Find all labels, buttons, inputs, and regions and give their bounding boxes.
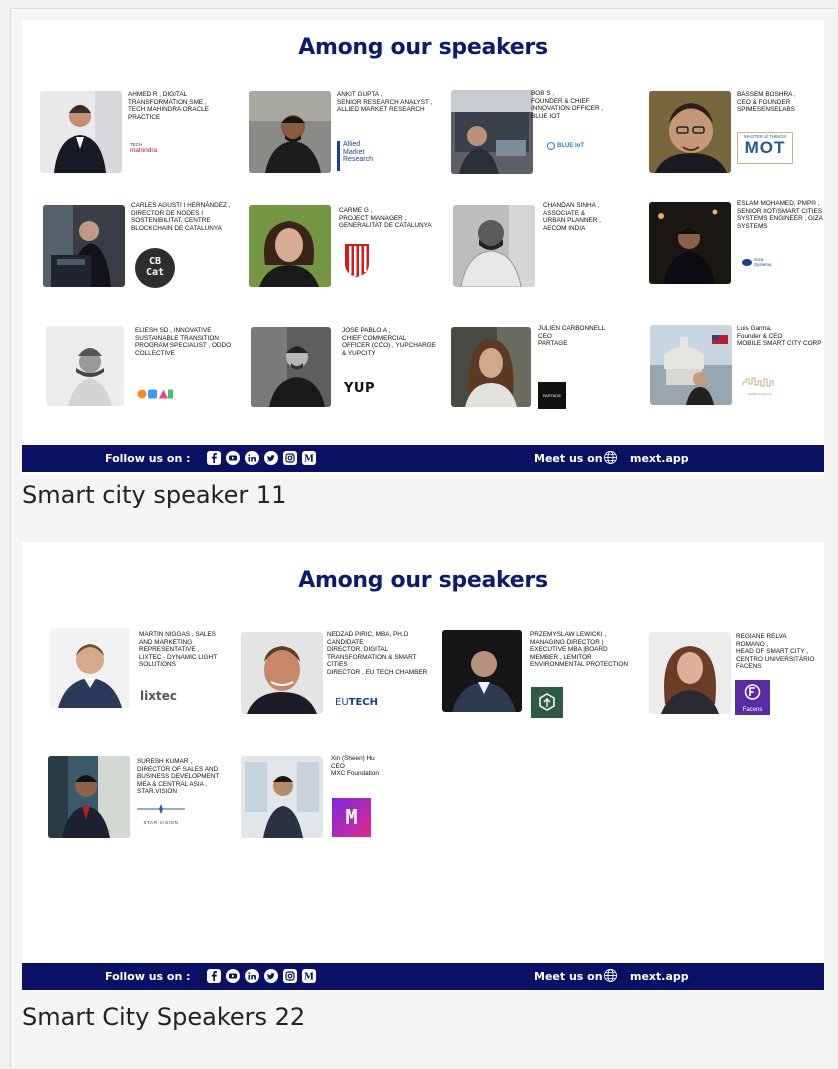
generalitat-catalunya-logo [343, 242, 371, 278]
oddo-collective-logo [137, 386, 173, 399]
twitter-icon[interactable] [264, 969, 278, 983]
speaker-details: PRZEMYSLAW LEWICKI , MANAGING DIRECTOR | E… [530, 631, 628, 669]
leaf-icon [539, 693, 555, 711]
speaker-photo [43, 205, 125, 287]
youtube-icon[interactable] [226, 969, 240, 983]
image-caption: Smart city speaker 11 [22, 481, 287, 509]
tech-mahindra-logo: TECH mahindra [130, 142, 158, 154]
follow-label: Follow us on : [105, 970, 191, 983]
speaker-photo [249, 205, 331, 287]
giza-mark-icon [742, 258, 752, 266]
speaker-details: JULIEN CARBONNELL CEO PARTAGE [538, 325, 606, 348]
mxc-logo: M [332, 798, 371, 837]
cbcat-logo: CB Cat [135, 248, 175, 288]
speaker-details: CARME G , PROJECT MANAGER , GENERALITAT DE… [339, 207, 432, 230]
follow-bar: Follow us on : M Meet us on mext.app [22, 963, 824, 990]
mext-app-link[interactable]: mext.app [630, 452, 689, 465]
speaker-details: BASSEM BOSHRA , CEO & FOUNDER SPIMESENSELA… [737, 91, 796, 114]
blue-iot-logo: BLUE IoT [547, 141, 592, 151]
speaker-photo [46, 326, 124, 406]
banner-title: Among our speakers [298, 35, 548, 60]
speaker-photo [451, 90, 533, 174]
speaker-photo [50, 628, 130, 708]
speaker-details: SURESH KUMAR , DIRECTOR OF SALES AND BUSIN… [137, 758, 220, 796]
banner-title: Among our speakers [298, 568, 548, 593]
social-links: M [207, 451, 316, 465]
instagram-icon[interactable] [283, 451, 297, 465]
speaker-photo [451, 327, 531, 407]
social-links: M [207, 969, 316, 983]
medium-icon[interactable]: M [302, 969, 316, 983]
star-flare-icon [137, 804, 185, 814]
lemitor-logo [531, 687, 563, 718]
mext-app-link[interactable]: mext.app [630, 970, 689, 983]
speaker-photo [241, 632, 323, 714]
eu-tech-chamber-logo: EUTECH [335, 697, 379, 708]
blue-iot-mark-icon [547, 142, 555, 150]
giza-systems-logo: Giza Systems [742, 256, 782, 268]
speaker-details: MARTIN NIGGAS , SALES AND MARKETING REPRES… [139, 631, 218, 669]
youtube-icon[interactable] [226, 451, 240, 465]
speaker-details: AHMED R , DIGITAL TRANSFORMATION SME , TEC… [128, 91, 209, 121]
speaker-photo [649, 632, 731, 714]
globe-icon [604, 451, 617, 464]
meet-label: Meet us on [534, 970, 603, 983]
speaker-photo [48, 756, 130, 838]
allied-market-research-logo: Allied Market Research [337, 141, 387, 171]
follow-bar: Follow us on : M Meet us on mext.app [22, 445, 824, 472]
speaker-photo [241, 756, 323, 838]
speaker-details: ESLAM MOHAMED, PMP® , SENIOR IIOT/SMART C… [737, 200, 823, 230]
instagram-icon[interactable] [283, 969, 297, 983]
twitter-icon[interactable] [264, 451, 278, 465]
globe-icon [604, 969, 617, 982]
speaker-details: NEDZAD PIRIC, MBA, PH.D CANDIDATE DIRECTOR… [327, 631, 428, 676]
meet-label: Meet us on [534, 452, 603, 465]
svg-text:M: M [304, 455, 314, 465]
medium-icon[interactable]: M [302, 451, 316, 465]
speaker-details: JOSE PABLO A , CHIEF COMMERCIAL OFFICER (C… [342, 327, 436, 357]
speaker-photo [649, 91, 731, 173]
facebook-icon[interactable] [207, 451, 221, 465]
follow-label: Follow us on : [105, 452, 191, 465]
mobile-smart-city-logo: Mobile Smart City [742, 374, 778, 396]
speaker-details: Luis Garma, Founder & CEO MOBILE SMART CIT… [737, 325, 822, 348]
image-caption: Smart City Speakers 22 [22, 1003, 306, 1031]
speakers-banner-1: Among our speakers AHMED R , DIGITAL TRAN… [22, 20, 824, 475]
linkedin-icon[interactable] [245, 969, 259, 983]
yup-logo: yuP [344, 381, 375, 396]
master-of-things-logo: MASTER of THINGS MOT [737, 132, 793, 164]
speaker-photo [649, 202, 731, 284]
speaker-details: ELIESH SD , INNOVATIVE SUSTAINABLE TRANSI… [135, 327, 232, 357]
speaker-details: BOB S , FOUNDER & CHIEF INNOVATION OFFICER… [531, 90, 604, 120]
speaker-details: CARLES AGUSTI I HERNÀNDEZ , DIRECTOR DE N… [131, 202, 231, 232]
speaker-photo [251, 327, 331, 407]
svg-text:M: M [304, 973, 314, 983]
skyline-icon [742, 377, 774, 387]
speaker-photo [442, 630, 522, 712]
speaker-details: Xin (Sheen) Hu CEO MXC Foundation [331, 755, 379, 778]
speaker-photo [249, 91, 331, 173]
facens-logo: Facens [735, 680, 770, 715]
speaker-photo [40, 91, 122, 173]
linkedin-icon[interactable] [245, 451, 259, 465]
facebook-icon[interactable] [207, 969, 221, 983]
star-vision-logo: STAR·VISION [137, 802, 185, 828]
facens-mark-icon [744, 684, 761, 700]
partage-logo: PARTAGE [538, 382, 566, 409]
speaker-details: ANKIT GUPTA , SENIOR RESEARCH ANALYST , AL… [337, 91, 433, 114]
speaker-photo [650, 325, 732, 405]
lixtec-logo: lixtec [140, 689, 177, 703]
speaker-photo [453, 205, 535, 287]
speaker-details: CHANDAN SINHA , ASSOCIATE & URBAN PLANNER … [543, 202, 601, 232]
speaker-details: REGIANE RELVA ROMANO , HEAD OF SMART CITY … [736, 633, 815, 671]
speakers-banner-2: Among our speakers MARTIN NIGGAS , SALES… [22, 542, 824, 991]
